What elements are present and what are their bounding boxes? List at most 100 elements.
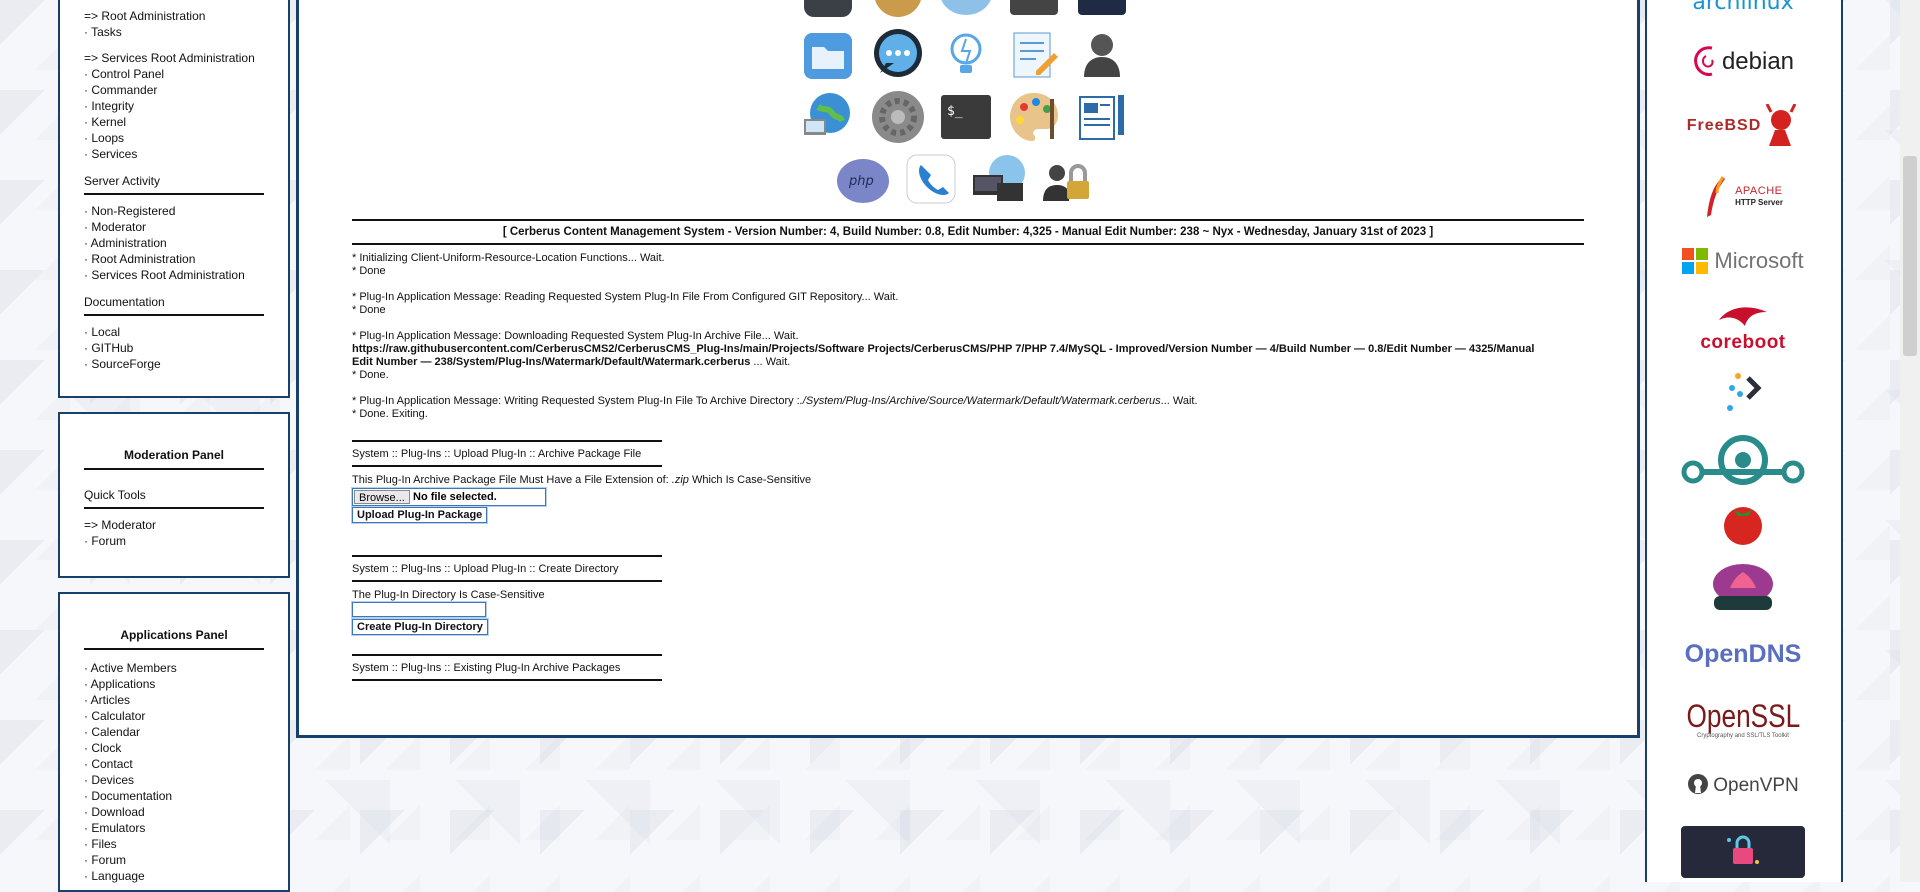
activity-services-root-administration[interactable]: Services Root Administration <box>84 267 264 283</box>
moderation-panel: Moderation Panel Quick Tools Moderator F… <box>58 412 290 578</box>
php-elephant-icon[interactable]: php <box>835 151 891 207</box>
log-line: * Done <box>352 265 386 277</box>
activity-moderator[interactable]: Moderator <box>84 219 264 235</box>
upload-top-rule <box>352 440 662 442</box>
app-devices[interactable]: Devices <box>84 772 264 788</box>
app-tile-icon[interactable] <box>800 0 856 21</box>
archlinux-wordmark: archlinux <box>1692 0 1794 15</box>
upload-section-title: System :: Plug-Ins :: Upload Plug-In :: … <box>352 448 642 460</box>
nav-control-panel[interactable]: Control Panel <box>84 66 264 82</box>
app-documentation[interactable]: Documentation <box>84 788 264 804</box>
file-extension: .zip <box>671 474 689 486</box>
page-scrollbar-thumb[interactable] <box>1903 156 1917 356</box>
doc-sourceforge[interactable]: SourceForge <box>84 356 264 372</box>
app-files[interactable]: Files <box>84 836 264 852</box>
existing-packages-title: System :: Plug-Ins :: Existing Plug-In A… <box>352 662 621 674</box>
nav-root-administration[interactable]: Root Administration <box>84 8 264 24</box>
log-line: Edit Number — 238/System/Plug-Ins/Waterm… <box>352 356 790 368</box>
server-activity-heading: Server Activity <box>84 172 264 195</box>
app-calendar[interactable]: Calendar <box>84 724 264 740</box>
app-articles[interactable]: Articles <box>84 692 264 708</box>
log-line: * Plug-In Application Message: Writing R… <box>352 395 1198 407</box>
quick-tools-moderator[interactable]: Moderator <box>84 517 264 533</box>
activity-non-registered[interactable]: Non-Registered <box>84 203 264 219</box>
tomato-logo[interactable] <box>1681 500 1805 546</box>
terminal-icon[interactable]: $_ <box>938 89 994 145</box>
user-silhouette-icon[interactable] <box>1074 27 1130 83</box>
microsoft-squares-icon <box>1682 248 1709 274</box>
page-scrollbar[interactable] <box>1900 0 1920 882</box>
openvpn-wordmark: OpenVPN <box>1713 775 1799 796</box>
app-forum[interactable]: Forum <box>84 852 264 868</box>
settings-gears-icon[interactable] <box>870 89 926 145</box>
freebsd-logo[interactable]: FreeBSD <box>1681 104 1805 148</box>
opendns-logo[interactable]: OpenDNS <box>1681 636 1805 672</box>
app-emulators[interactable]: Emulators <box>84 820 264 836</box>
app-active-members[interactable]: Active Members <box>84 660 264 676</box>
lotus-logo[interactable] <box>1681 562 1805 612</box>
text-editor-icon[interactable] <box>1006 27 1062 83</box>
applications-panel-title: Applications Panel <box>84 628 264 650</box>
microsoft-logo[interactable]: Microsoft <box>1681 246 1805 276</box>
banner-bottom-rule <box>352 243 1584 245</box>
existing-bottom-rule <box>352 679 662 681</box>
app-clock[interactable]: Clock <box>84 740 264 756</box>
upload-note: This Plug-In Archive Package File Must H… <box>352 474 811 486</box>
archlinux-logo[interactable]: archlinux <box>1681 0 1805 18</box>
coreboot-rabbit-icon <box>1719 307 1767 326</box>
debian-logo[interactable]: debian <box>1681 42 1805 82</box>
remote-desktop-icon[interactable] <box>971 151 1027 207</box>
freebsd-daemon-icon <box>1765 104 1797 146</box>
dotted-chevron-logo[interactable] <box>1681 370 1805 414</box>
security-tile-logo[interactable] <box>1681 826 1805 878</box>
root-navigation-panel: Root Administration Tasks Services Root … <box>58 0 290 398</box>
openssl-logo[interactable]: OpenSSL Cryptography and SSL/TLS Toolkit <box>1681 694 1805 744</box>
ring-node-logo[interactable] <box>1681 432 1805 488</box>
openvpn-logo[interactable]: OpenVPN <box>1681 766 1805 806</box>
ring-node-icon <box>1681 435 1805 485</box>
nav-tasks[interactable]: Tasks <box>84 24 264 40</box>
paint-palette-icon[interactable] <box>1006 89 1062 145</box>
doc-github[interactable]: GITHub <box>84 340 264 356</box>
browse-button[interactable]: Browse... <box>354 490 410 504</box>
apache-http-server-logo[interactable]: APACHE HTTP Server <box>1681 174 1805 220</box>
app-applications[interactable]: Applications <box>84 676 264 692</box>
create-dir-top-rule <box>352 555 662 557</box>
repository-url: https://raw.githubusercontent.com/Cerber… <box>352 343 1535 355</box>
existing-top-rule <box>352 654 662 656</box>
nav-kernel[interactable]: Kernel <box>84 114 264 130</box>
create-plugin-directory-button[interactable]: Create Plug-In Directory <box>352 619 488 635</box>
log-line: * Done. <box>352 369 389 381</box>
badge-icon[interactable] <box>870 0 926 21</box>
create-dir-bottom-rule <box>352 580 662 582</box>
network-globe-icon[interactable] <box>800 89 856 145</box>
app-contact[interactable]: Contact <box>84 756 264 772</box>
openssl-wordmark: OpenSSL <box>1686 698 1800 734</box>
openvpn-shield-icon <box>1688 774 1709 794</box>
nav-services[interactable]: Services <box>84 146 264 162</box>
nav-commander[interactable]: Commander <box>84 82 264 98</box>
messages-icon[interactable] <box>870 27 926 83</box>
phone-icon[interactable] <box>903 151 959 207</box>
coreboot-logo[interactable]: coreboot <box>1681 300 1805 356</box>
document-writer-icon[interactable] <box>1074 89 1130 145</box>
nav-services-root-administration[interactable]: Services Root Administration <box>84 50 264 66</box>
file-input[interactable]: Browse... No file selected. <box>352 488 546 506</box>
quick-tools-forum[interactable]: Forum <box>84 533 264 549</box>
device-icon[interactable] <box>1006 0 1062 21</box>
upload-plugin-package-button[interactable]: Upload Plug-In Package <box>352 507 488 523</box>
chat-bubble-icon[interactable] <box>938 0 994 21</box>
nav-loops[interactable]: Loops <box>84 130 264 146</box>
archive-path: ./System/Plug-Ins/Archive/Source/Waterma… <box>799 395 1161 407</box>
folder-icon[interactable] <box>800 27 856 83</box>
activity-administration[interactable]: Administration <box>84 235 264 251</box>
user-lock-icon[interactable] <box>1039 151 1095 207</box>
lightbulb-icon[interactable] <box>938 27 994 83</box>
monitor-icon[interactable] <box>1074 0 1130 21</box>
app-calculator[interactable]: Calculator <box>84 708 264 724</box>
app-download[interactable]: Download <box>84 804 264 820</box>
doc-local[interactable]: Local <box>84 324 264 340</box>
activity-root-administration[interactable]: Root Administration <box>84 251 264 267</box>
plugin-directory-input[interactable] <box>352 602 486 617</box>
nav-integrity[interactable]: Integrity <box>84 98 264 114</box>
